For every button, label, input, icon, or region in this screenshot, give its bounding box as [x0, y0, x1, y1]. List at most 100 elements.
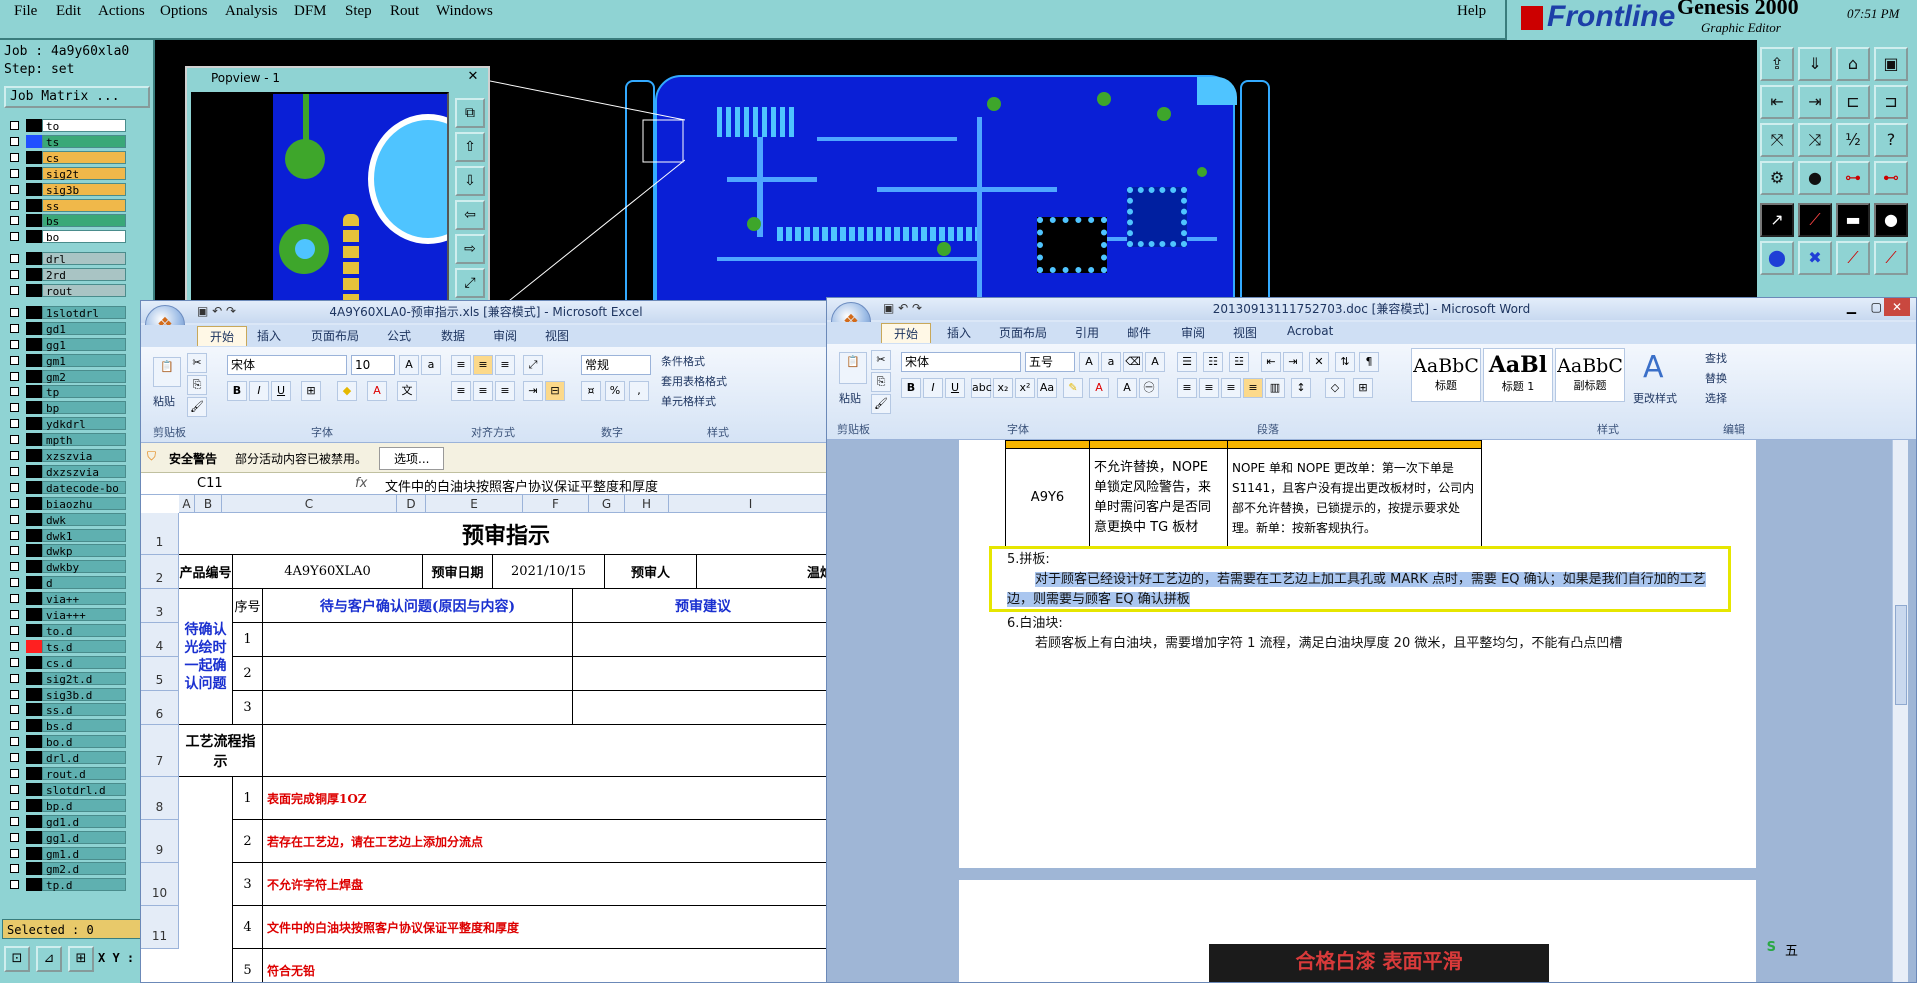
layer-name[interactable]: d — [42, 576, 126, 590]
layer-name[interactable]: sig3b — [42, 182, 126, 197]
select-button[interactable]: 选择 — [1705, 390, 1727, 406]
layer-row[interactable]: gg1.d — [4, 830, 130, 846]
font-color-icon[interactable]: A — [367, 381, 387, 401]
pan-left-icon[interactable]: ⇤ — [1760, 85, 1794, 119]
layer-name[interactable]: gm2 — [42, 369, 126, 384]
enclose-char-icon[interactable]: ㊀ — [1139, 378, 1159, 398]
row-header[interactable]: 6 — [141, 691, 179, 725]
layer-checkbox[interactable] — [10, 514, 19, 524]
layer-checkbox[interactable] — [10, 737, 19, 747]
layer-row[interactable]: 1slotdrl — [4, 305, 130, 321]
align-center-icon[interactable]: ≡ — [473, 381, 493, 401]
fit-icon[interactable]: ⊏ — [1836, 85, 1870, 119]
word-qat-save-icon[interactable]: ▣ ↶ ↷ — [883, 301, 922, 315]
probe-icon[interactable]: ● — [1798, 161, 1832, 195]
layer-name[interactable]: tp.d — [42, 878, 126, 892]
align-left-icon[interactable]: ≡ — [1177, 378, 1197, 398]
cut-icon[interactable]: ⟋ — [1798, 203, 1832, 237]
word-tab-acrobat[interactable]: Acrobat — [1287, 324, 1333, 338]
percent-icon[interactable]: % — [605, 381, 625, 401]
layer-name[interactable]: drl.d — [42, 751, 126, 765]
item-no[interactable]: 2 — [233, 820, 263, 863]
excel-tab-home[interactable]: 开始 — [197, 326, 248, 346]
find-button[interactable]: 查找 — [1705, 350, 1727, 366]
grid-tool-icon[interactable]: ⊞ — [68, 946, 94, 972]
border-icon[interactable]: ⊞ — [301, 381, 321, 401]
layer-checkbox[interactable] — [10, 323, 19, 333]
item-no[interactable]: 3 — [233, 863, 263, 906]
borders-icon[interactable]: ⊞ — [1353, 378, 1373, 398]
select-icon[interactable]: ↗ — [1760, 203, 1794, 237]
layer-checkbox[interactable] — [10, 466, 19, 476]
align-bottom-icon[interactable]: ≡ — [495, 355, 515, 375]
layer-checkbox[interactable] — [10, 339, 19, 349]
align-top-icon[interactable]: ≡ — [451, 355, 471, 375]
change-style-icon[interactable]: A — [1643, 350, 1664, 385]
currency-icon[interactable]: ¤ — [581, 381, 601, 401]
increase-indent-icon[interactable]: ⇥ — [1283, 352, 1303, 372]
line-spacing-icon[interactable]: ↕ — [1291, 378, 1311, 398]
layer-row[interactable]: dwkby — [4, 559, 130, 575]
layer-row[interactable]: mpth — [4, 432, 130, 448]
layer-name[interactable]: sig2t — [42, 166, 126, 181]
layer-checkbox[interactable] — [10, 832, 19, 842]
distribute-icon[interactable]: ▥ — [1265, 378, 1285, 398]
menu-rout[interactable]: Rout — [390, 3, 419, 20]
fill-color-icon[interactable]: ◆ — [337, 381, 357, 401]
layer-checkbox[interactable] — [10, 355, 19, 365]
layer-row[interactable]: gd1 — [4, 321, 130, 337]
layer-checkbox[interactable] — [10, 403, 19, 413]
layer-checkbox[interactable] — [10, 721, 19, 731]
flow-merged[interactable] — [179, 777, 233, 982]
pending-seq[interactable]: 1 — [233, 623, 263, 657]
style-title[interactable]: AaBbC 标题 — [1411, 348, 1481, 402]
copy-icon[interactable]: ⎘ — [871, 372, 891, 392]
review-date-value[interactable]: 2021/10/15 — [493, 555, 605, 589]
layer-name[interactable]: dwk1 — [42, 528, 126, 543]
ime-mode[interactable]: 五 — [1785, 940, 1798, 959]
connect-icon[interactable]: ⬤ — [1760, 241, 1794, 275]
indent-icon[interactable]: ⇥ — [523, 381, 543, 401]
popview-left-icon[interactable]: ⇦ — [455, 200, 485, 230]
route-icon[interactable]: ⟋ — [1836, 241, 1870, 275]
net2-icon[interactable]: ⊷ — [1874, 161, 1908, 195]
layer-name[interactable]: sig2t.d — [42, 671, 126, 686]
item-text[interactable]: 文件中的白油块按照客户协议保证平整度和厚度 — [263, 906, 831, 949]
layer-checkbox[interactable] — [10, 753, 19, 763]
layer-name[interactable]: cs.d — [42, 655, 126, 670]
row-header[interactable]: 5 — [141, 657, 179, 691]
word-tab-layout[interactable]: 页面布局 — [999, 324, 1047, 341]
pending-suggest[interactable] — [573, 691, 831, 725]
sort-icon[interactable]: ⇅ — [1335, 352, 1355, 372]
job-matrix-button[interactable]: Job Matrix ... — [4, 86, 150, 108]
close-icon[interactable]: ✕ — [464, 69, 482, 85]
layer-name[interactable]: dxzszvia — [42, 464, 126, 479]
layer-checkbox[interactable] — [10, 610, 19, 619]
excel-tab-layout[interactable]: 页面布局 — [311, 327, 359, 344]
layer-row[interactable]: rout.d — [4, 766, 130, 782]
layer-row[interactable]: cs — [4, 150, 130, 166]
zoom-out-icon[interactable]: ⤨ — [1798, 123, 1832, 157]
layer-checkbox[interactable] — [10, 784, 19, 794]
layer-row[interactable]: ss — [4, 198, 130, 214]
number-format-select[interactable]: 常规 — [581, 355, 651, 375]
layer-row[interactable]: drl — [4, 251, 130, 267]
layer-row[interactable]: to.d — [4, 623, 130, 639]
layer-row[interactable]: bo.d — [4, 734, 130, 750]
item-text[interactable]: 符合无铅 — [263, 949, 831, 982]
layer-name[interactable]: bs.d — [42, 719, 126, 733]
menu-file[interactable]: File — [14, 3, 37, 20]
layer-checkbox[interactable] — [10, 184, 19, 194]
font-color-icon[interactable]: A — [1089, 378, 1109, 398]
layer-checkbox[interactable] — [10, 307, 19, 317]
excel-sheet[interactable]: A B C D E F G H I 1 2 3 4 5 6 7 8 9 10 11 预审指示 产品编号 4A9Y60XLA0… — [141, 495, 831, 982]
scroll-thumb[interactable] — [1895, 605, 1907, 705]
layer-checkbox[interactable] — [10, 546, 19, 556]
minimize-icon[interactable]: ▁ — [1847, 300, 1856, 314]
layer-row[interactable]: to — [4, 118, 130, 134]
help-icon[interactable]: ? — [1874, 123, 1908, 157]
layer-name[interactable]: ydkdrl — [42, 417, 126, 431]
item-text[interactable]: 若存在工艺边，请在工艺边上添加分流点 — [263, 820, 831, 863]
bullets-icon[interactable]: ☰ — [1177, 352, 1197, 372]
word-font-size[interactable]: 五号 — [1025, 352, 1075, 372]
